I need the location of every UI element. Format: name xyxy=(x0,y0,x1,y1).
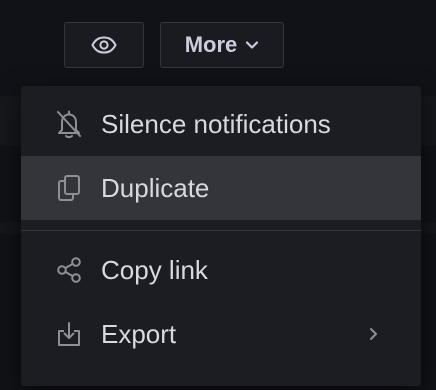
menu-item-label: Silence notifications xyxy=(101,108,331,139)
more-label: More xyxy=(184,32,238,57)
eye-icon xyxy=(91,36,117,54)
menu-item-copy-link[interactable]: Copy link xyxy=(21,238,421,302)
chevron-right-icon xyxy=(365,326,381,342)
download-icon xyxy=(54,319,84,349)
menu-item-duplicate[interactable]: Duplicate xyxy=(21,156,421,220)
chevron-down-icon xyxy=(245,40,259,50)
menu-item-label: Export xyxy=(101,318,177,349)
share-icon xyxy=(54,255,84,285)
more-button[interactable]: More xyxy=(160,22,284,68)
view-button[interactable] xyxy=(64,22,144,68)
menu-divider xyxy=(21,230,421,231)
menu-item-silence-notifications[interactable]: Silence notifications xyxy=(21,92,421,156)
menu-item-label: Copy link xyxy=(101,254,208,285)
bell-slash-icon xyxy=(54,109,84,139)
copy-icon xyxy=(54,173,84,203)
menu-item-label: Duplicate xyxy=(101,172,210,203)
menu-item-export[interactable]: Export xyxy=(21,302,421,366)
more-dropdown-menu: Silence notifications Duplicate Copy lin… xyxy=(21,86,421,386)
toolbar: More xyxy=(64,22,284,68)
page: More Silence notifications Duplicate Cop… xyxy=(0,0,436,390)
